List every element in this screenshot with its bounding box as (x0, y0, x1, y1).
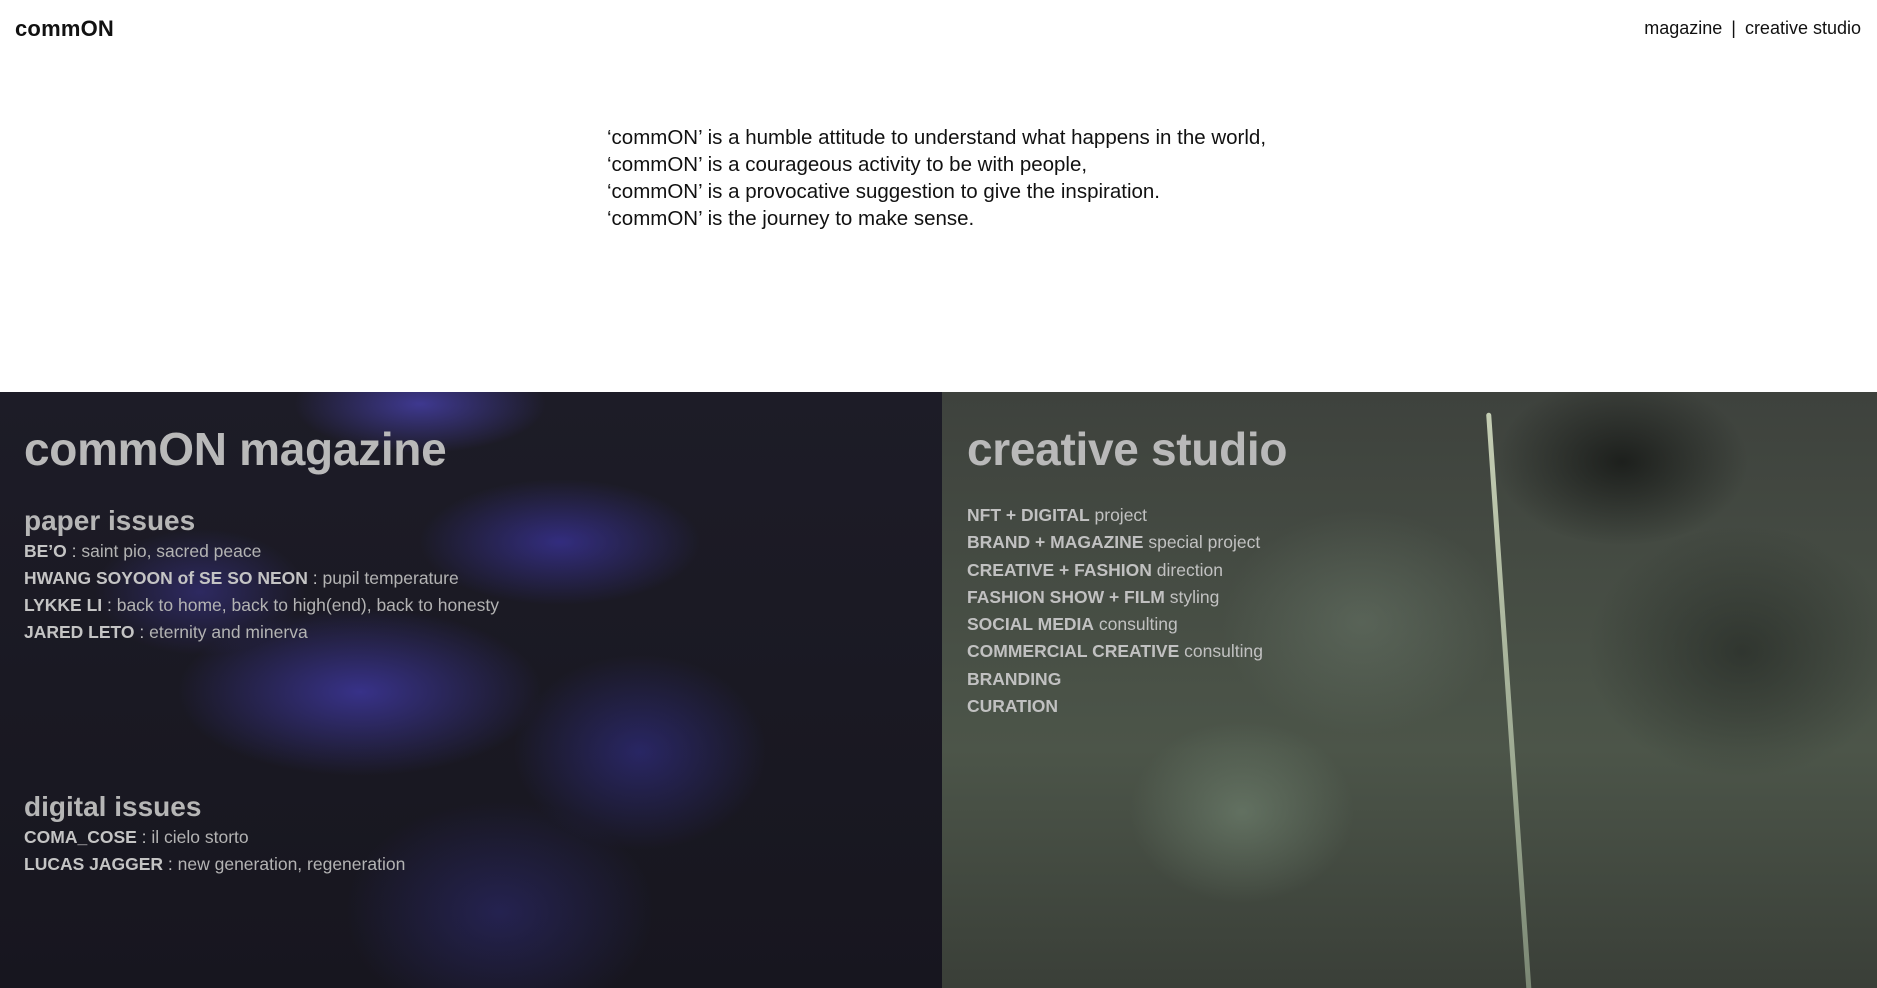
manifesto: ‘commON’ is a humble attitude to underst… (607, 124, 1266, 232)
issue-title: eternity and minerva (149, 622, 308, 642)
creative-studio-panel: creative studio NFT + DIGITAL project BR… (942, 392, 1877, 988)
paper-issues-list: BE’O : saint pio, sacred peace HWANG SOY… (24, 538, 499, 646)
paper-issue-item[interactable]: HWANG SOYOON of SE SO NEON : pupil tempe… (24, 565, 499, 592)
service-item[interactable]: CREATIVE + FASHION direction (967, 557, 1263, 584)
issue-title: saint pio, sacred peace (81, 541, 262, 561)
issue-title: new generation, regeneration (177, 854, 406, 874)
manifesto-line: ‘commON’ is the journey to make sense. (607, 207, 975, 230)
manifesto-line: ‘commON’ is a courageous activity to be … (607, 153, 1088, 176)
service-item[interactable]: FASHION SHOW + FILM styling (967, 584, 1263, 611)
issue-artist: LYKKE LI (24, 595, 103, 615)
nav-creative-studio-link[interactable]: creative studio (1745, 18, 1861, 39)
manifesto-line: ‘commON’ is a humble attitude to underst… (607, 126, 1267, 149)
service-item[interactable]: BRANDING (967, 666, 1263, 693)
issue-artist: COMA_COSE (24, 827, 137, 847)
magazine-title[interactable]: commON magazine (24, 422, 447, 476)
paper-issue-item[interactable]: BE’O : saint pio, sacred peace (24, 538, 499, 565)
paper-issues-heading: paper issues (24, 505, 196, 536)
service-item[interactable]: CURATION (967, 693, 1263, 720)
service-item[interactable]: BRAND + MAGAZINE special project (967, 529, 1263, 556)
nav-magazine-link[interactable]: magazine (1644, 18, 1722, 39)
site-logo[interactable]: commON (15, 16, 114, 42)
digital-issues-list: COMA_COSE : il cielo storto LUCAS JAGGER… (24, 824, 405, 878)
nav-links: magazine | creative studio (1644, 18, 1861, 39)
issue-title: back to home, back to high(end), back to… (116, 595, 500, 615)
creative-studio-title[interactable]: creative studio (967, 422, 1287, 476)
digital-issue-item[interactable]: LUCAS JAGGER : new generation, regenerat… (24, 851, 405, 878)
service-item[interactable]: NFT + DIGITAL project (967, 502, 1263, 529)
issue-artist: JARED LETO (24, 622, 135, 642)
manifesto-line: ‘commON’ is a provocative suggestion to … (607, 180, 1160, 203)
magazine-panel: commON magazine paper issues BE’O : sain… (0, 392, 942, 988)
issue-artist: LUCAS JAGGER (24, 854, 164, 874)
service-item[interactable]: SOCIAL MEDIA consulting (967, 611, 1263, 638)
issue-artist: HWANG SOYOON of SE SO NEON (24, 568, 308, 588)
service-item[interactable]: COMMERCIAL CREATIVE consulting (967, 638, 1263, 665)
paper-issue-item[interactable]: LYKKE LI : back to home, back to high(en… (24, 592, 499, 619)
digital-issues-heading: digital issues (24, 791, 202, 822)
nav-separator: | (1731, 18, 1736, 38)
issue-artist: BE’O (24, 541, 67, 561)
issue-title: il cielo storto (151, 827, 249, 847)
digital-issue-item[interactable]: COMA_COSE : il cielo storto (24, 824, 405, 851)
top-nav: commON magazine | creative studio (0, 0, 1877, 58)
issue-title: pupil temperature (322, 568, 459, 588)
services-list: NFT + DIGITAL project BRAND + MAGAZINE s… (967, 502, 1263, 720)
paper-issue-item[interactable]: JARED LETO : eternity and minerva (24, 619, 499, 646)
